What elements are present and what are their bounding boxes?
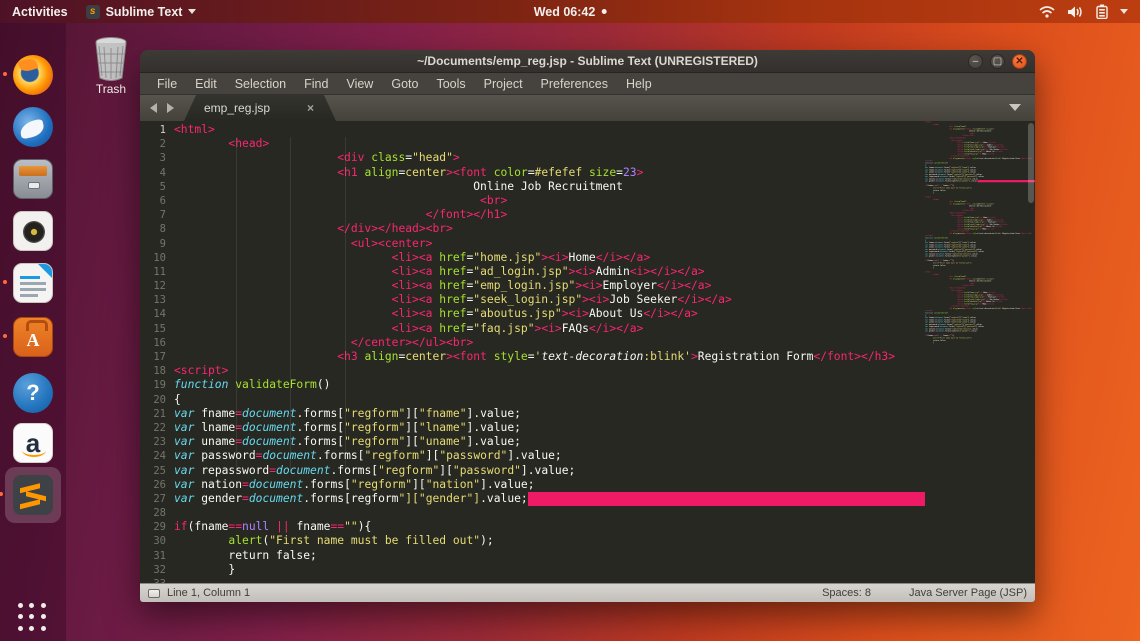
trash-label: Trash xyxy=(84,82,138,96)
sublime-window: ~/Documents/emp_reg.jsp - Sublime Text (… xyxy=(140,50,1035,602)
minimap[interactable]: 1<html>2 <head>3 <div class="head">4 <h1… xyxy=(925,121,1035,583)
running-indicator xyxy=(0,492,3,496)
ubuntu-software-icon: A xyxy=(13,317,53,357)
dock-item-files[interactable] xyxy=(13,159,53,199)
menu-selection[interactable]: Selection xyxy=(226,77,295,91)
dock: A ? a xyxy=(0,23,66,641)
app-menu-label: Sublime Text xyxy=(106,5,183,19)
syntax-name[interactable]: Java Server Page (JSP) xyxy=(909,587,1027,599)
tab-bar: emp_reg.jsp × xyxy=(140,95,1035,121)
window-title: ~/Documents/emp_reg.jsp - Sublime Text (… xyxy=(417,54,758,68)
menu-file[interactable]: File xyxy=(148,77,186,91)
help-icon: ? xyxy=(13,373,53,413)
tab-close-icon[interactable]: × xyxy=(307,101,314,115)
menu-project[interactable]: Project xyxy=(475,77,532,91)
dock-item-rhythmbox[interactable] xyxy=(13,211,53,251)
dock-item-sublime-text[interactable] xyxy=(13,475,53,515)
window-titlebar[interactable]: ~/Documents/emp_reg.jsp - Sublime Text (… xyxy=(140,50,1035,73)
trash-shortcut[interactable]: Trash xyxy=(84,36,138,96)
menu-tools[interactable]: Tools xyxy=(427,77,474,91)
trash-icon xyxy=(91,36,131,82)
firefox-icon xyxy=(13,55,53,95)
editor-area[interactable]: 1<html>2 <head>3 <div class="head">4 <h1… xyxy=(140,121,1035,583)
app-menu-button[interactable]: s Sublime Text xyxy=(86,5,197,19)
battery-icon xyxy=(1096,4,1108,19)
clock-label: Wed 06:42 xyxy=(534,5,596,19)
show-applications-button[interactable] xyxy=(18,603,48,633)
maximize-button[interactable]: ▢ xyxy=(990,54,1005,69)
system-tray[interactable] xyxy=(1039,4,1140,19)
menu-edit[interactable]: Edit xyxy=(186,77,226,91)
sublime-text-icon xyxy=(13,475,53,515)
dock-item-amazon[interactable]: a xyxy=(13,423,53,463)
close-button[interactable]: ✕ xyxy=(1012,54,1027,69)
scrollbar[interactable] xyxy=(1028,123,1034,203)
caret-position: Line 1, Column 1 xyxy=(167,587,250,599)
running-indicator xyxy=(3,334,7,338)
code-lines[interactable]: 1<html>2 <head>3 <div class="head">4 <h1… xyxy=(140,121,925,583)
tab-scroll-left-icon[interactable] xyxy=(150,103,157,113)
dock-item-thunderbird[interactable] xyxy=(13,107,53,147)
chevron-down-icon xyxy=(1120,9,1128,14)
dock-item-help[interactable]: ? xyxy=(13,373,53,413)
menu-find[interactable]: Find xyxy=(295,77,337,91)
menu-view[interactable]: View xyxy=(337,77,382,91)
rhythmbox-icon xyxy=(13,211,53,251)
indent-setting[interactable]: Spaces: 8 xyxy=(822,587,871,599)
chevron-down-icon xyxy=(188,9,196,14)
top-bar: Activities s Sublime Text Wed 06:42 xyxy=(0,0,1140,23)
sublime-app-icon: s xyxy=(86,5,100,19)
menu-preferences[interactable]: Preferences xyxy=(532,77,617,91)
files-icon xyxy=(13,159,53,199)
wifi-icon xyxy=(1039,5,1055,19)
dock-item-ubuntu-software[interactable]: A xyxy=(13,317,53,357)
dock-item-libreoffice-writer[interactable] xyxy=(13,263,53,303)
minimize-button[interactable]: – xyxy=(968,54,983,69)
activities-button[interactable]: Activities xyxy=(12,5,68,19)
running-indicator xyxy=(3,280,7,284)
vcs-panel-icon[interactable] xyxy=(148,589,160,598)
dock-item-firefox[interactable] xyxy=(13,55,53,95)
tab-overflow-icon[interactable] xyxy=(1009,104,1021,111)
tab-scroll-right-icon[interactable] xyxy=(167,103,174,113)
menu-bar: File Edit Selection Find View Goto Tools… xyxy=(140,73,1035,95)
menu-help[interactable]: Help xyxy=(617,77,661,91)
amazon-icon: a xyxy=(13,423,53,463)
clock-button[interactable]: Wed 06:42 xyxy=(534,5,607,19)
volume-icon xyxy=(1067,5,1084,19)
libreoffice-writer-icon xyxy=(13,263,53,303)
tab-label: emp_reg.jsp xyxy=(204,101,270,115)
tab-emp-reg-jsp[interactable]: emp_reg.jsp × xyxy=(184,95,336,121)
status-bar: Line 1, Column 1 Spaces: 8 Java Server P… xyxy=(140,583,1035,602)
menu-goto[interactable]: Goto xyxy=(382,77,427,91)
thunderbird-icon xyxy=(13,107,53,147)
notification-dot-icon xyxy=(601,9,606,14)
running-indicator xyxy=(3,72,7,76)
